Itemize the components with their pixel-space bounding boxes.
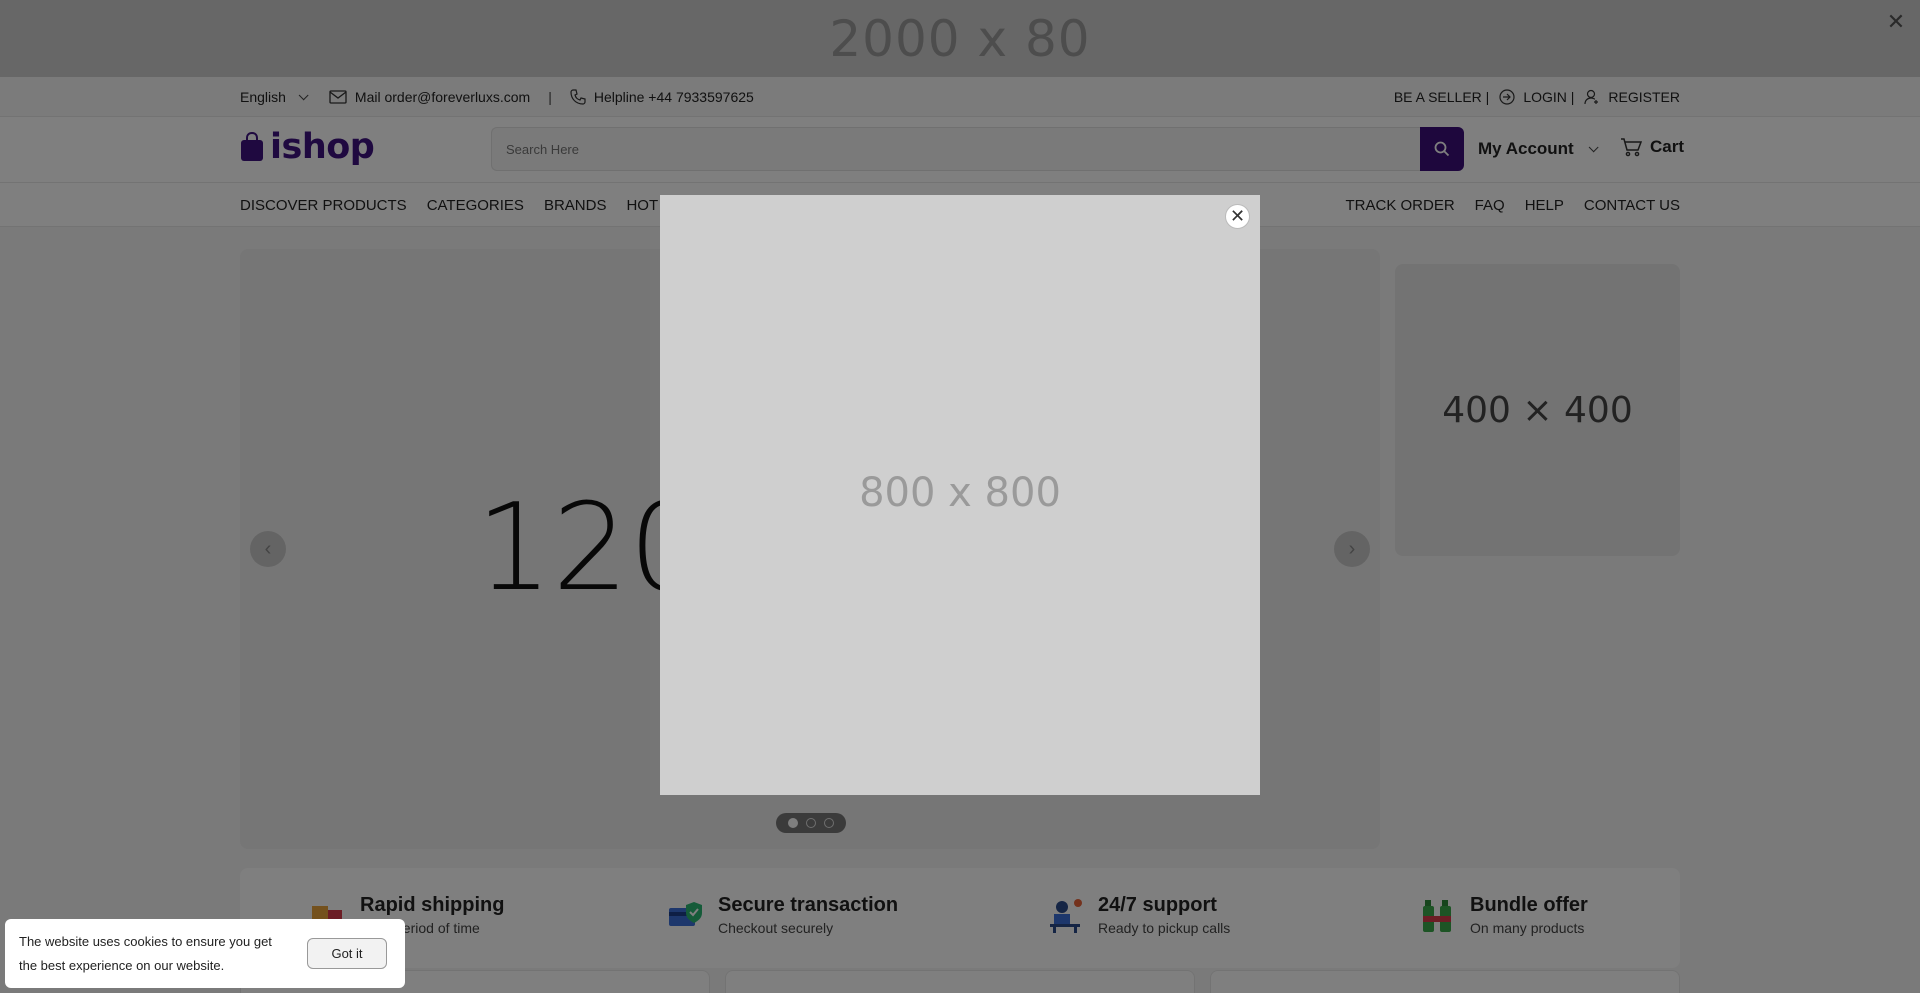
cookie-message: The website uses cookies to ensure you g… (19, 933, 272, 973)
cookie-accept-button[interactable]: Got it (307, 938, 387, 969)
cookie-notice: The website uses cookies to ensure you g… (5, 919, 405, 988)
modal-placeholder: 800 x 800 (859, 470, 1061, 516)
promo-modal: 800 x 800 ✕ (660, 195, 1260, 795)
modal-close-button[interactable]: ✕ (1225, 204, 1250, 229)
close-icon: ✕ (1229, 206, 1246, 226)
